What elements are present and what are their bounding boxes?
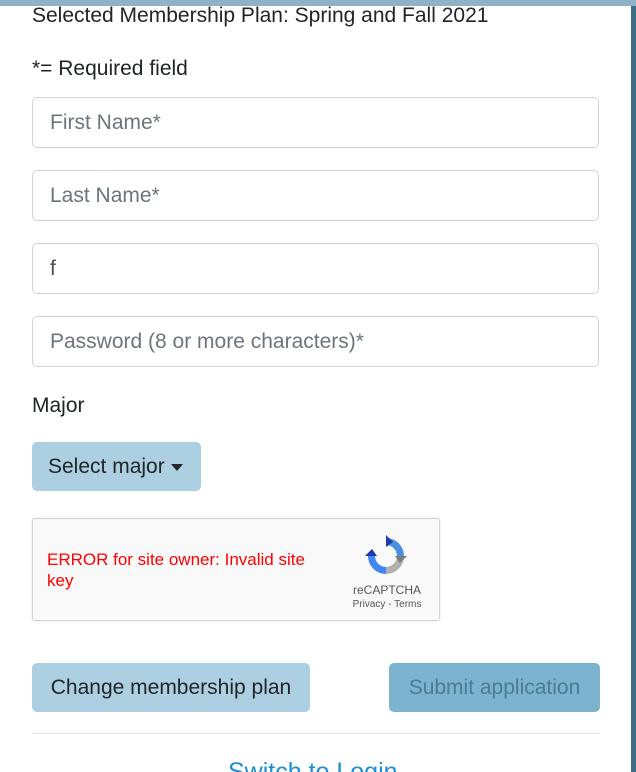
select-major-label: Select major [48,454,165,478]
recaptcha-brand: reCAPTCHA [352,583,421,597]
first-name-input[interactable] [32,97,599,148]
required-field-note: *= Required field [32,57,188,80]
selected-plan-title: Selected Membership Plan: Spring and Fal… [32,4,489,27]
recaptcha-widget[interactable]: ERROR for site owner: Invalid site key r… [32,518,440,621]
change-membership-plan-button[interactable]: Change membership plan [32,663,310,712]
last-name-input[interactable] [32,170,599,221]
recaptcha-icon [365,535,407,574]
email-input[interactable] [32,243,599,294]
caret-down-icon [170,464,183,471]
major-label: Major [32,394,85,417]
window-edge [631,6,636,772]
recaptcha-privacy-terms[interactable]: Privacy - Terms [341,599,433,610]
divider [32,733,600,734]
select-major-dropdown[interactable]: Select major [32,442,201,491]
password-input[interactable] [32,316,599,367]
submit-application-button[interactable]: Submit application [389,663,600,712]
switch-to-login-link[interactable]: Switch to Login [228,758,398,772]
captcha-error-message: ERROR for site owner: Invalid site key [47,550,305,590]
